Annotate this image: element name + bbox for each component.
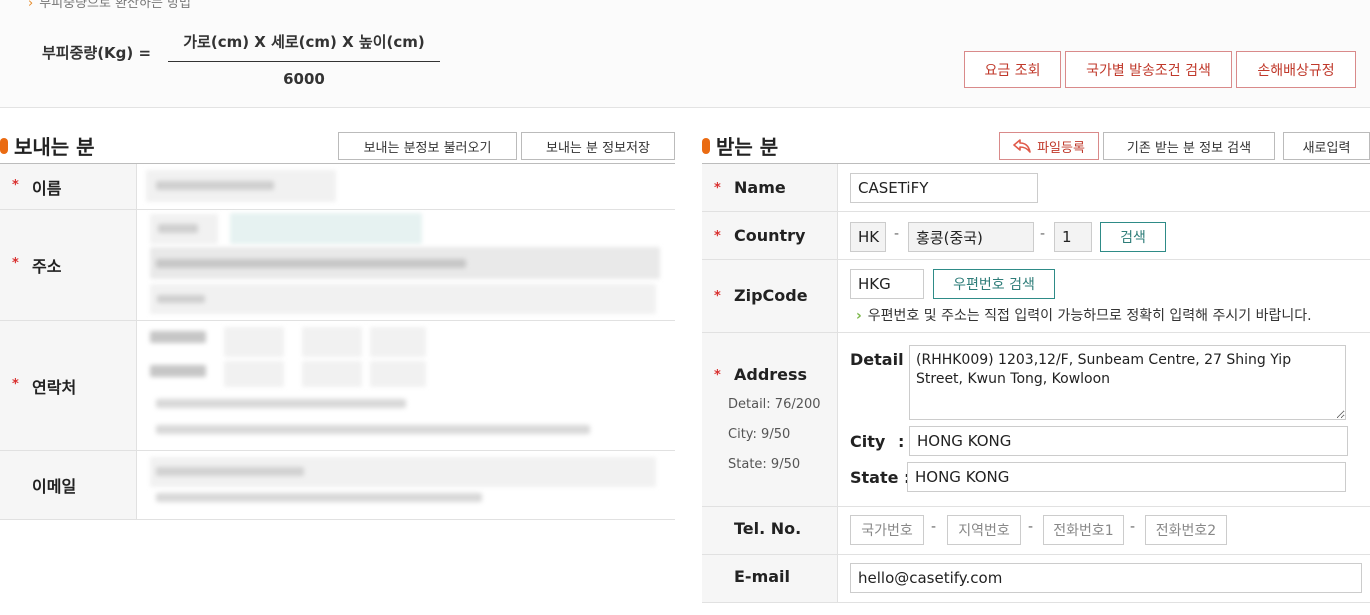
sender-address-label: 주소 [32, 257, 62, 276]
receiver-email-input[interactable]: hello@casetify.com [850, 563, 1362, 593]
sender-name-label: 이름 [32, 179, 62, 198]
city-counter: City: 9/50 [728, 427, 791, 442]
formula-label: 부피중량(Kg) = [42, 44, 152, 62]
rate-lookup-button[interactable]: 요금 조회 [964, 51, 1061, 88]
sender-contact-label: 연락처 [32, 378, 77, 397]
receiver-zipcode-row: * ZipCode HKG 우편번호 검색 › 우편번호 및 주소는 직접 입력이 … [702, 260, 1370, 333]
zipcode-note: › 우편번호 및 주소는 직접 입력이 가능하므로 정확히 입력해 주시기 바랍니… [856, 308, 1312, 324]
state-label: State : [850, 468, 911, 487]
save-sender-info-button[interactable]: 보내는 분 정보저장 [521, 132, 675, 160]
receiver-country-row: * Country HK - 홍콩(중국) - 1 검색 [702, 212, 1370, 260]
compensation-rules-button[interactable]: 손해배상규정 [1236, 51, 1356, 88]
country-condition-search-button[interactable]: 국가별 발송조건 검색 [1065, 51, 1232, 88]
formula-note: › 부피중량으로 환산하는 방법 [28, 0, 191, 11]
sender-mobile-field[interactable] [224, 361, 284, 387]
receiver-tel-row: Tel. No. 국가번호 - 지역번호 - 전화번호1 - 전화번호2 [702, 507, 1370, 555]
country-search-button[interactable]: 검색 [1100, 222, 1166, 252]
sender-zip-search-button[interactable] [230, 213, 422, 244]
city-label: City [850, 432, 886, 451]
formula-numerator: 가로(cm) X 세로(cm) X 높이(cm) [168, 31, 440, 62]
receiver-name-row: * Name CASETiFY [702, 164, 1370, 212]
receiver-address-row: * Address Detail: 76/200 City: 9/50 State… [702, 333, 1370, 507]
volume-weight-formula: › 부피중량으로 환산하는 방법 부피중량(Kg) = 가로(cm) X 세로(c… [0, 0, 1370, 108]
country-code-field: HK [850, 222, 886, 252]
tel-country-code-input[interactable]: 국가번호 [850, 515, 924, 545]
sender-email-label: 이메일 [32, 477, 77, 496]
receiver-address-label: Address [734, 365, 808, 384]
sender-name-row: * 이름 [0, 164, 675, 210]
zipcode-search-button[interactable]: 우편번호 검색 [933, 269, 1055, 299]
state-counter: State: 9/50 [728, 457, 801, 472]
country-name-field: 홍콩(중국) [908, 222, 1034, 252]
sender-phone-field[interactable] [224, 327, 284, 357]
receiver-section-title: 받는 분 [702, 131, 778, 160]
tel-phone2-input[interactable]: 전화번호2 [1145, 515, 1227, 545]
sender-address-line2[interactable] [150, 284, 656, 314]
receiver-email-label: E-mail [734, 567, 791, 586]
section-marker-icon [0, 137, 8, 154]
new-entry-button[interactable]: 새로입력 [1283, 132, 1370, 160]
tel-area-code-input[interactable]: 지역번호 [947, 515, 1021, 545]
receiver-name-input[interactable]: CASETiFY [850, 173, 1038, 203]
receiver-table: * Name CASETiFY * Country HK - 홍콩(중국) - 1 … [702, 163, 1370, 603]
receiver-tel-label: Tel. No. [734, 519, 802, 538]
receiver-zipcode-label: ZipCode [734, 286, 808, 305]
city-input[interactable]: HONG KONG [909, 426, 1348, 456]
country-number-field: 1 [1054, 222, 1092, 252]
search-existing-receiver-button[interactable]: 기존 받는 분 정보 검색 [1103, 132, 1275, 160]
chevron-right-icon: › [856, 308, 862, 324]
state-input[interactable]: HONG KONG [907, 462, 1346, 492]
detail-label: Detail : [850, 350, 916, 369]
section-marker-icon [702, 137, 710, 154]
zipcode-input[interactable]: HKG [850, 269, 924, 299]
receiver-name-label: Name [734, 178, 786, 197]
load-sender-info-button[interactable]: 보내는 분정보 불러오기 [338, 132, 517, 160]
tel-phone1-input[interactable]: 전화번호1 [1043, 515, 1124, 545]
sender-table: * 이름 * 주소 * 연락처 이메일 [0, 163, 675, 520]
reply-arrow-icon [1013, 139, 1031, 153]
sender-section-title: 보내는 분 [0, 131, 95, 160]
sender-address-row: * 주소 [0, 210, 675, 321]
formula-denominator: 6000 [283, 70, 325, 88]
sender-contact-row: * 연락처 [0, 321, 675, 451]
address-detail-textarea[interactable]: (RHHK009) 1203,12/F, Sunbeam Centre, 27 … [909, 345, 1346, 420]
file-upload-button[interactable]: 파일등록 [999, 132, 1099, 160]
receiver-email-row: E-mail hello@casetify.com [702, 555, 1370, 603]
sender-email-row: 이메일 [0, 451, 675, 520]
detail-counter: Detail: 76/200 [728, 397, 821, 412]
receiver-country-label: Country [734, 226, 806, 245]
